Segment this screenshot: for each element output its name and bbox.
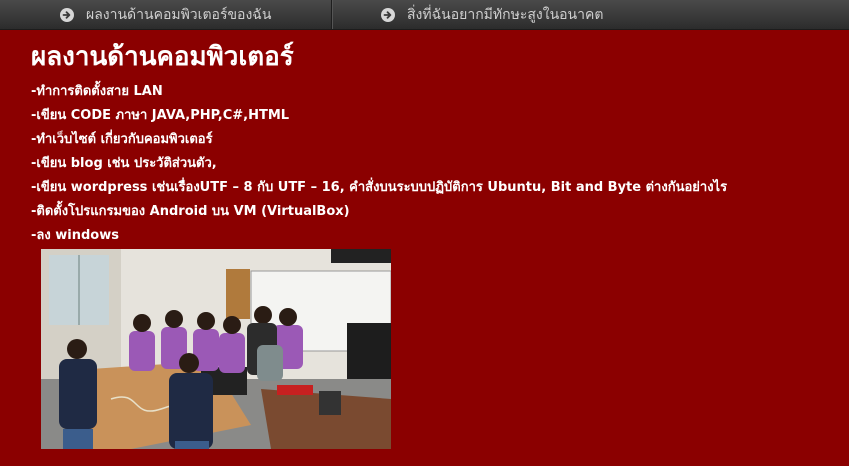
arrow-right-circle-icon: [60, 7, 74, 22]
list-item: -ติดตั้งโปรแกรมของ Android บน VM (Virtua…: [31, 204, 350, 219]
arrow-right-circle-icon: [381, 7, 395, 22]
list-item: -เขียน CODE ภาษา JAVA,PHP,C#,HTML: [31, 108, 290, 123]
list-item: -ลง windows: [31, 228, 119, 243]
page-title: ผลงานด้านคอมพิวเตอร์: [31, 42, 294, 72]
nav-item-my-computer-works[interactable]: ผลงานด้านคอมพิวเตอร์ของฉัน: [0, 0, 332, 29]
classroom-photo: [41, 249, 391, 449]
top-navigation: ผลงานด้านคอมพิวเตอร์ของฉัน สิ่งที่ฉันอยา…: [0, 0, 849, 30]
list-item: -เขียน wordpress เช่นเรื่องUTF – 8 กับ U…: [31, 180, 728, 195]
nav-item-label: สิ่งที่ฉันอยากมีทักษะสูงในอนาคต: [407, 6, 604, 23]
main-content: ผลงานด้านคอมพิวเตอร์ -ทำการติดตั้งสาย LA…: [31, 40, 831, 248]
list-item: -เขียน blog เช่น ประวัติส่วนตัว,: [31, 156, 217, 171]
nav-item-future-skills[interactable]: สิ่งที่ฉันอยากมีทักษะสูงในอนาคต: [332, 0, 849, 29]
nav-item-label: ผลงานด้านคอมพิวเตอร์ของฉัน: [86, 6, 272, 23]
list-item: -ทำเว็บไซต์ เกี่ยวกับคอมพิวเตอร์: [31, 132, 213, 147]
list-item: -ทำการติดตั้งสาย LAN: [31, 84, 163, 99]
